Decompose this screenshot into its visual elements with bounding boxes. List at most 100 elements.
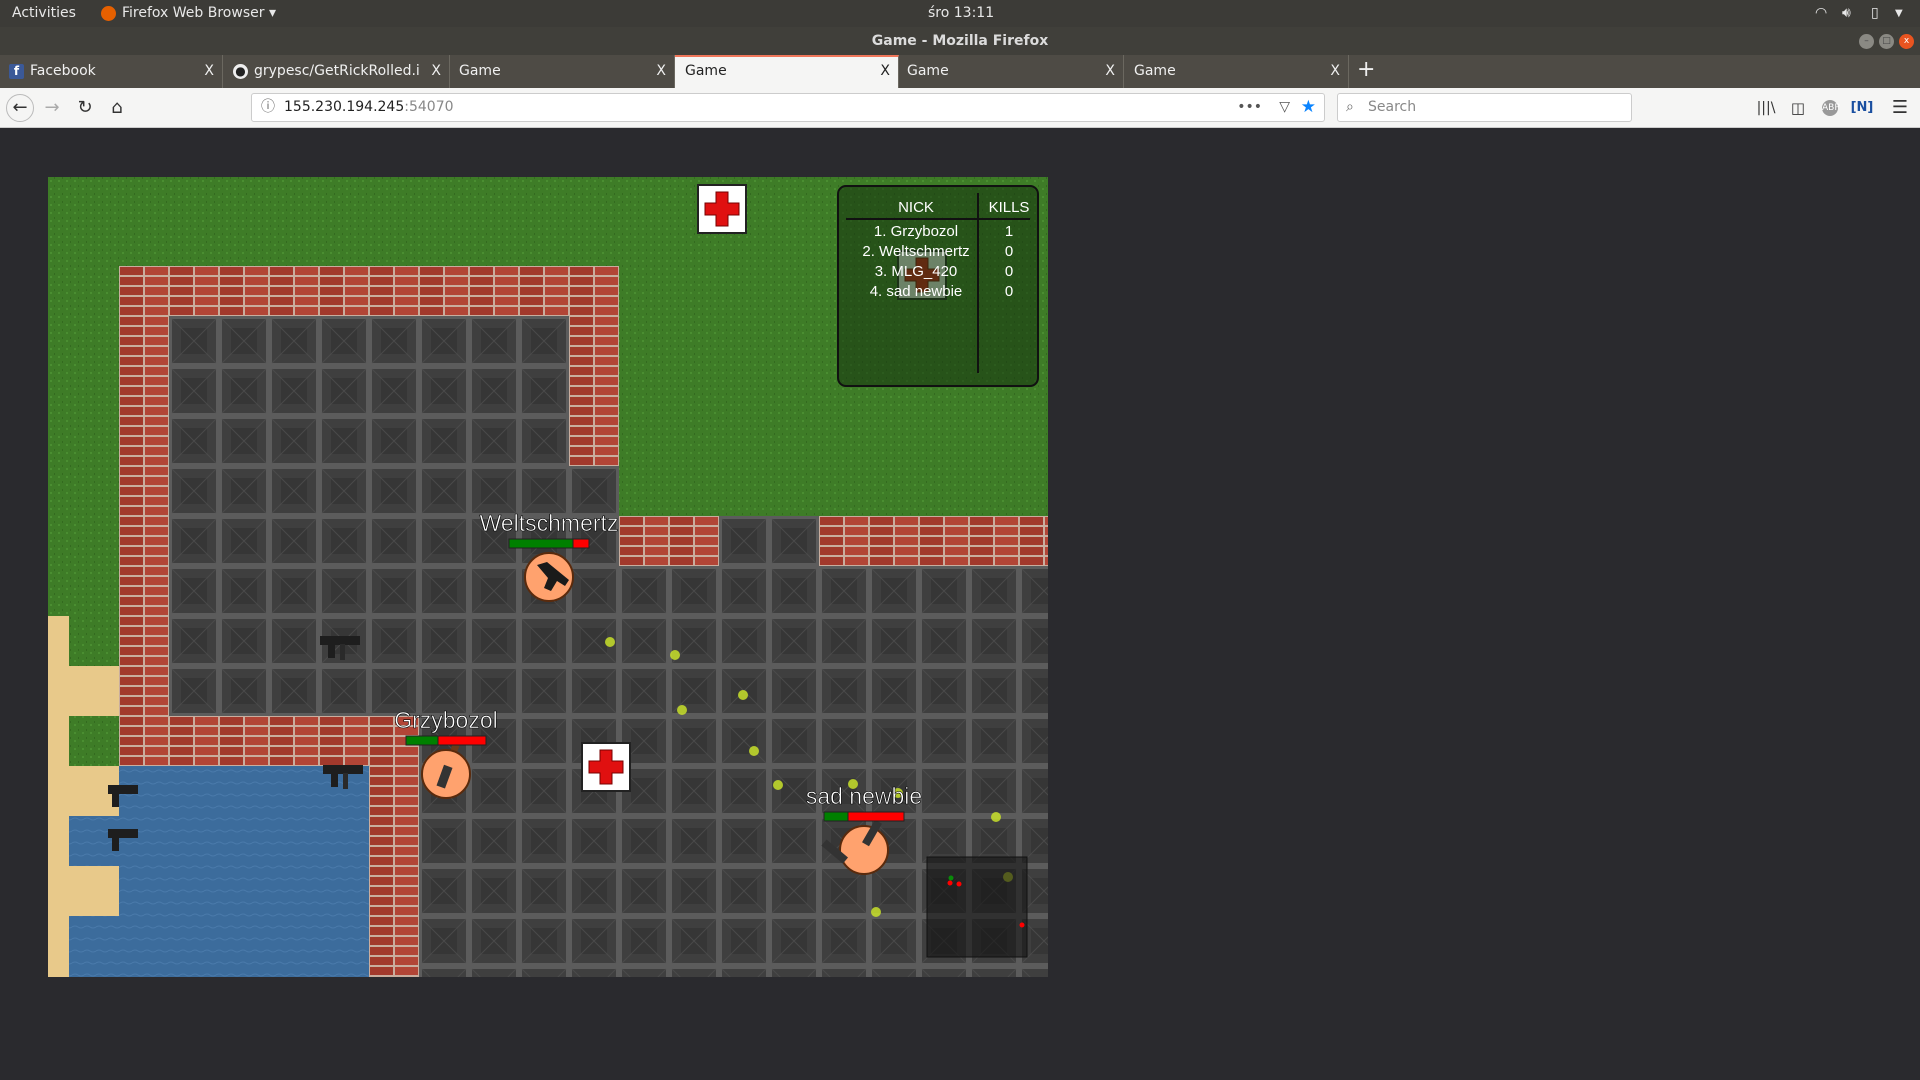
search-icon: ⌕ [1346, 99, 1354, 115]
tab-game-active[interactable]: Game X [675, 55, 899, 88]
bookmark-star-icon[interactable]: ★ [1301, 94, 1316, 121]
forward-button[interactable]: → [40, 96, 64, 120]
url-bar[interactable]: ⓘ 155.230.194.245:54070 ••• ▽ ★ [251, 93, 1325, 122]
sand-area [69, 666, 119, 716]
bullet [738, 690, 748, 700]
tab-label: grypesc/GetRickRolled.i [254, 63, 420, 79]
back-button[interactable]: ← [6, 94, 34, 122]
bullet [871, 907, 881, 917]
minimap [926, 856, 1028, 958]
brick-wall [569, 316, 619, 466]
sand-area [69, 866, 119, 916]
scoreboard-kills: 0 [1005, 283, 1013, 300]
wifi-icon[interactable]: ◠ [1815, 5, 1827, 21]
tab-label: Game [1134, 63, 1176, 79]
close-tab-icon[interactable]: X [656, 55, 666, 88]
reload-button[interactable]: ↻ [73, 96, 97, 120]
tab-game-4[interactable]: Game X [1124, 55, 1349, 88]
minimap-enemy-dot [947, 880, 953, 886]
tab-game-1[interactable]: Game X [451, 55, 675, 88]
adblock-icon[interactable]: ABP [1822, 100, 1840, 116]
minimize-button[interactable]: – [1859, 34, 1874, 49]
close-tab-icon[interactable]: X [1330, 55, 1340, 88]
new-tab-button[interactable]: + [1357, 57, 1375, 82]
tab-label: Game [685, 63, 727, 79]
close-tab-icon[interactable]: X [204, 55, 214, 88]
app-menu[interactable]: Firefox Web Browser ▾ [122, 5, 276, 21]
tab-facebook[interactable]: f Facebook X [0, 55, 223, 88]
site-info-icon[interactable]: ⓘ [261, 94, 275, 121]
scoreboard-header-kills: KILLS [989, 199, 1030, 216]
tab-label: Game [459, 63, 501, 79]
minimap-self-dot [948, 875, 954, 881]
brick-wall [619, 516, 719, 566]
bullet [991, 812, 1001, 822]
firefox-icon [101, 6, 116, 21]
brick-wall [369, 766, 419, 977]
bullet [677, 705, 687, 715]
gun-magazine [343, 773, 348, 789]
health-bar-fill [823, 811, 849, 822]
close-tab-icon[interactable]: X [880, 57, 890, 86]
gun-grip [112, 793, 119, 807]
close-tab-icon[interactable]: X [1105, 55, 1115, 88]
minimap-enemy-dot [956, 881, 962, 887]
minimap-enemy-dot [1019, 922, 1025, 928]
gun-body [323, 765, 363, 774]
scoreboard-kills: 0 [1005, 243, 1013, 260]
volume-icon[interactable]: 🔊︎ [1842, 5, 1851, 21]
gun-grip [112, 837, 119, 851]
clock[interactable]: śro 13:11 [928, 5, 994, 21]
tab-github[interactable]: ● grypesc/GetRickRolled.i X [224, 55, 450, 88]
close-window-button[interactable]: x [1899, 34, 1914, 49]
scoreboard: NICK KILLS 1. Grzybozol 1 2. Weltschmertz 0 3.… [837, 185, 1039, 387]
minimap-panel [926, 856, 1028, 958]
scoreboard-nick: 4. sad newbie [870, 283, 963, 300]
sand-area [48, 616, 69, 977]
health-bar-fill [405, 735, 439, 746]
tab-game-3[interactable]: Game X [899, 55, 1124, 88]
brick-wall [119, 316, 169, 716]
pocket-icon[interactable]: ▽ [1279, 94, 1290, 121]
search-placeholder: Search [1368, 99, 1417, 115]
sidebar-icon[interactable]: ◫ [1786, 96, 1810, 120]
player-name: Weltschmertz [480, 510, 619, 536]
medkit-pickup [697, 184, 747, 234]
github-icon: ● [233, 64, 248, 79]
scoreboard-nick: 2. Weltschmertz [862, 243, 969, 260]
extension-n-icon[interactable]: [N] [1850, 96, 1874, 120]
grass-area [69, 616, 119, 666]
url-host: 155.230.194.245 [284, 99, 405, 115]
brick-wall [819, 516, 1048, 566]
tab-label: Game [907, 63, 949, 79]
navigation-toolbar: ← → ↻ ⌂ ⓘ 155.230.194.245:54070 ••• ▽ ★ … [0, 88, 1920, 128]
close-tab-icon[interactable]: X [427, 55, 441, 88]
search-input[interactable]: ⌕ Search [1337, 93, 1632, 122]
medkit-pickup [581, 742, 631, 792]
library-icon[interactable]: |||\ [1754, 96, 1778, 120]
grass-area [69, 716, 119, 766]
menu-icon[interactable]: ☰ [1888, 96, 1912, 120]
gun-grip [331, 773, 338, 787]
facebook-icon: f [9, 64, 24, 79]
game-canvas[interactable]: Weltschmertz Grzybozol sad newbie NICK KILL… [48, 177, 1048, 977]
water-area [69, 916, 119, 977]
bullet [749, 746, 759, 756]
water-area [119, 766, 369, 977]
scoreboard-nick: 1. Grzybozol [874, 223, 958, 240]
health-bar-fill [508, 538, 574, 549]
gun-magazine [340, 644, 345, 660]
activities-button[interactable]: Activities [12, 5, 76, 21]
battery-icon[interactable]: ▯ [1871, 5, 1879, 21]
home-button[interactable]: ⌂ [105, 96, 129, 120]
system-menu-arrow-icon[interactable]: ▼ [1895, 8, 1903, 19]
system-top-bar: Activities Firefox Web Browser ▾ śro 13:… [0, 0, 1920, 27]
player-name: Grzybozol [394, 707, 498, 733]
page-actions-icon[interactable]: ••• [1237, 94, 1262, 121]
url-port: :54070 [404, 99, 454, 115]
maximize-button[interactable]: □ [1879, 34, 1894, 49]
scoreboard-kills: 1 [1005, 223, 1013, 240]
scoreboard-nick: 3. MLG_420 [875, 263, 958, 280]
window-title-bar: Game - Mozilla Firefox – □ x [0, 27, 1920, 55]
window-title: Game - Mozilla Firefox [871, 33, 1049, 49]
